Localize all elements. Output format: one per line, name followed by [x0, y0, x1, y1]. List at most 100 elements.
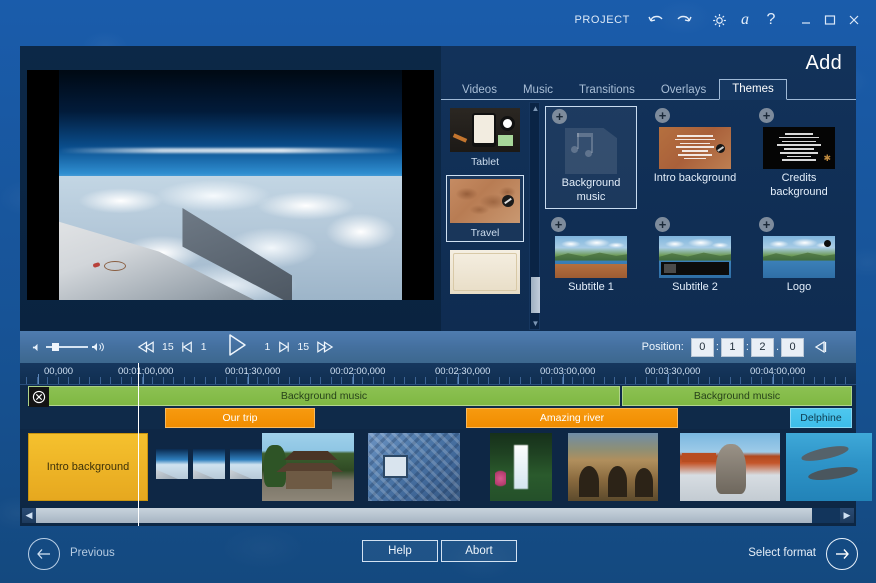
theme-item-subtitle-2[interactable]: + Subtitle 2: [649, 215, 741, 298]
volume-slider[interactable]: [46, 343, 88, 351]
timeline-scrollbar[interactable]: ◀ ▶: [20, 505, 856, 526]
scroll-up-icon[interactable]: ▲: [530, 103, 541, 114]
theme-item-intro-background[interactable]: + Intro background: [649, 106, 741, 209]
ruler-tick: [593, 377, 594, 384]
timeline-clip-intro-background[interactable]: Intro background: [28, 433, 148, 501]
theme-item-label: Subtitle 2: [672, 280, 718, 293]
video-preview[interactable]: [27, 70, 434, 300]
position-frames-input[interactable]: 0: [781, 337, 804, 357]
theme-list-label: Tablet: [470, 156, 500, 168]
tab-videos[interactable]: Videos: [449, 80, 510, 100]
ruler-tick: [289, 377, 290, 384]
font-icon[interactable]: a: [732, 7, 758, 33]
scrollbar-track[interactable]: [36, 508, 840, 523]
ruler-tick-major: [353, 374, 354, 384]
timeline-clip-temple[interactable]: [262, 433, 354, 501]
tab-themes[interactable]: Themes: [719, 79, 787, 100]
ruler-tick: [572, 377, 573, 384]
timeline-clip-arches[interactable]: [568, 433, 658, 501]
timeline-clip-our-trip[interactable]: Our trip: [165, 408, 315, 428]
previous-label[interactable]: Previous: [70, 547, 115, 559]
theme-list-item-paper[interactable]: [446, 246, 524, 301]
timeline-clip-delphine[interactable]: Delphine: [790, 408, 852, 428]
timeline-track-titles[interactable]: Our trip Amazing river Delphine: [20, 407, 856, 429]
help-icon[interactable]: ?: [758, 7, 784, 33]
tab-music[interactable]: Music: [510, 80, 566, 100]
timeline-track-video[interactable]: Intro background: [20, 429, 872, 505]
ruler-tick: [530, 377, 531, 384]
theme-list-item-tablet[interactable]: Tablet: [446, 104, 524, 171]
abort-button[interactable]: Abort: [441, 540, 517, 562]
preview-frame-image: [59, 70, 402, 300]
skip-back-button[interactable]: [137, 340, 156, 354]
add-plus-icon[interactable]: +: [551, 216, 566, 232]
theme-elements-grid: + Background music + Intro background + …: [545, 106, 845, 303]
ruler-tick: [835, 377, 836, 384]
add-plus-icon[interactable]: +: [552, 109, 567, 124]
skip-forward-button[interactable]: [315, 340, 334, 354]
volume-control[interactable]: [32, 341, 107, 353]
note-shape: [498, 135, 513, 146]
add-plus-icon[interactable]: +: [759, 108, 774, 123]
timeline-clip-filmstrip[interactable]: [156, 449, 262, 479]
help-button[interactable]: Help: [362, 540, 438, 562]
ruler-tick: [110, 377, 111, 384]
theme-list-item-travel[interactable]: Travel: [446, 175, 524, 242]
goto-end-button[interactable]: [813, 340, 829, 354]
timeline-ruler[interactable]: 00,000 00:01:00,000 00:01:30,000 00:02:0…: [20, 363, 856, 385]
scrollbar-thumb[interactable]: [36, 508, 812, 523]
ruler-tick: [205, 377, 206, 384]
next-button[interactable]: [826, 538, 858, 570]
ruler-tick: [163, 377, 164, 384]
playhead[interactable]: [138, 363, 139, 526]
play-button[interactable]: [223, 332, 249, 363]
scroll-down-icon[interactable]: ▼: [530, 318, 541, 329]
add-plus-icon[interactable]: +: [655, 108, 670, 123]
tab-transitions[interactable]: Transitions: [566, 80, 648, 100]
maximize-button[interactable]: [818, 7, 842, 33]
film-frame: [156, 449, 188, 479]
ruler-tick-major: [563, 374, 564, 384]
ruler-tick: [740, 377, 741, 384]
volume-slider-knob[interactable]: [52, 343, 59, 351]
timeline-clip-lion[interactable]: [680, 433, 780, 501]
theme-item-logo[interactable]: + Logo: [753, 215, 845, 298]
select-format-label[interactable]: Select format: [748, 547, 816, 559]
previous-button[interactable]: [28, 538, 60, 570]
step-forward-button[interactable]: [276, 340, 291, 354]
timeline-clip-tilework[interactable]: [368, 433, 460, 501]
ruler-tick-major: [248, 374, 249, 384]
theme-list-scrollbar[interactable]: ▲ ▼: [529, 102, 540, 330]
add-plus-icon[interactable]: +: [655, 216, 670, 232]
close-button[interactable]: [842, 7, 866, 33]
position-hours-input[interactable]: 0: [690, 337, 714, 357]
minimize-button[interactable]: [794, 7, 818, 33]
position-minutes-input[interactable]: 1: [720, 337, 744, 357]
theme-item-subtitle-1[interactable]: + Subtitle 1: [545, 215, 637, 298]
ruler-tick: [131, 377, 132, 384]
theme-item-credits-background[interactable]: + ✱ Credits background: [753, 106, 845, 209]
timeline-clip-music-2[interactable]: Background music: [622, 386, 852, 406]
position-seconds-input[interactable]: 2: [750, 337, 774, 357]
undo-icon[interactable]: [644, 7, 670, 33]
timeline-clip-amazing-river[interactable]: Amazing river: [466, 408, 678, 428]
theme-item-background-music[interactable]: + Background music: [545, 106, 637, 209]
clip-label: Background music: [280, 390, 368, 402]
ruler-tick: [320, 377, 321, 384]
timeline-clip-dolphins[interactable]: [786, 433, 872, 501]
ruler-tick: [488, 377, 489, 384]
timeline-clip-waterfall[interactable]: [490, 433, 552, 501]
scroll-left-icon[interactable]: ◀: [22, 508, 36, 523]
tab-overlays[interactable]: Overlays: [648, 80, 719, 100]
clip-close-icon[interactable]: [29, 387, 49, 407]
timeline-clip-music-1[interactable]: Background music: [28, 386, 620, 407]
theme-list[interactable]: Tablet Travel: [442, 102, 528, 330]
scroll-right-icon[interactable]: ▶: [840, 508, 854, 523]
scrollbar-thumb[interactable]: [531, 277, 540, 313]
add-plus-icon[interactable]: +: [759, 216, 774, 232]
ruler-tick: [478, 377, 479, 384]
timeline-track-music[interactable]: Background music Background music: [20, 385, 856, 407]
redo-icon[interactable]: [670, 7, 696, 33]
gear-icon[interactable]: [706, 7, 732, 33]
step-back-button[interactable]: [180, 340, 195, 354]
